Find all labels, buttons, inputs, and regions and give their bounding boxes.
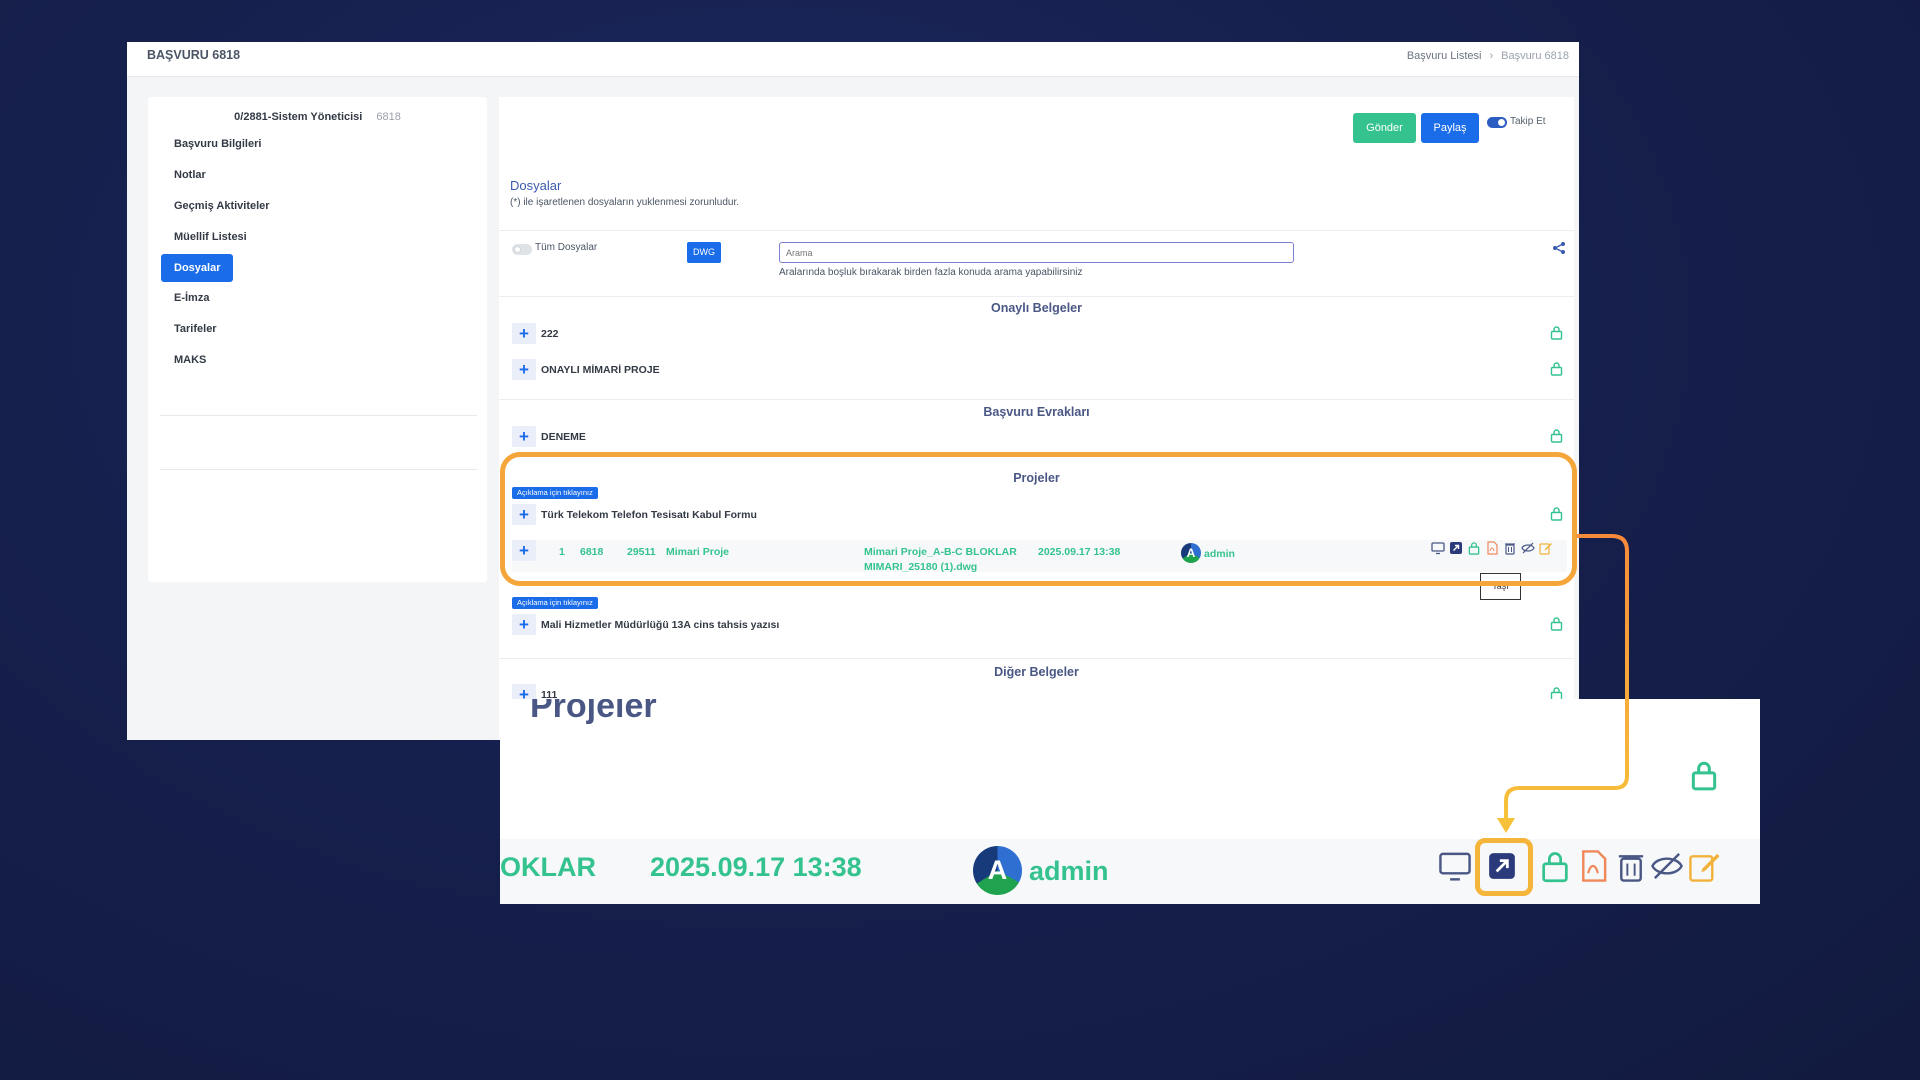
row-label: DENEME [541, 431, 586, 443]
divider [160, 469, 477, 470]
trash-icon [1618, 855, 1644, 882]
all-files-toggle[interactable] [512, 244, 532, 255]
lock-icon [1691, 761, 1717, 791]
expand-button[interactable]: + [512, 359, 536, 380]
divider [499, 296, 1574, 297]
zoom-ghost-title: Projeler [530, 699, 657, 725]
expand-button[interactable]: + [512, 323, 536, 344]
sidebar-item-past-activities[interactable]: Geçmiş Aktiviteler [174, 200, 270, 212]
divider [499, 230, 1574, 231]
divider [499, 399, 1574, 400]
lock-icon[interactable] [1550, 325, 1563, 340]
section-title: Dosyalar [510, 178, 562, 193]
highlight-frame [500, 452, 1577, 586]
group-title-other-docs: Diğer Belgeler [994, 665, 1079, 679]
lock-icon[interactable] [1550, 616, 1563, 631]
required-note: (*) ile işaretlenen dosyaların yuklenmes… [510, 197, 740, 208]
zoom-callout: Projeler OKLAR 2025.09.17 13:38 A admin [500, 699, 1760, 904]
chevron-right-icon: › [1489, 50, 1494, 62]
search-input[interactable] [779, 242, 1294, 263]
top-bar: BAŞVURU 6818 Başvuru Listesi › Başvuru 681… [127, 42, 1579, 77]
page-title: BAŞVURU 6818 [147, 48, 241, 62]
row-label: Mali Hizmetler Müdürlüğü 13A cins tahsis… [541, 619, 780, 631]
breadcrumb-application-list[interactable]: Başvuru Listesi [1407, 50, 1482, 62]
share-button[interactable]: Paylaş [1421, 113, 1479, 143]
sidebar-item-notes[interactable]: Notlar [174, 169, 206, 181]
row-label: 222 [541, 328, 559, 340]
divider [160, 415, 477, 416]
share-icon[interactable] [1552, 241, 1566, 258]
sidebar-item-files[interactable]: Dosyalar [161, 254, 234, 282]
send-button[interactable]: Gönder [1353, 113, 1416, 143]
lock-icon[interactable] [1550, 361, 1563, 376]
monitor-icon [1439, 852, 1471, 881]
breadcrumb: Başvuru Listesi › Başvuru 6818 [1407, 50, 1569, 62]
eye-slash-icon [1651, 852, 1683, 880]
zoom-user: admin [1029, 856, 1109, 886]
sidebar-number: 6818 [376, 111, 401, 123]
breadcrumb-current: Başvuru 6818 [1501, 50, 1569, 62]
group-title-approved: Onaylı Belgeler [990, 301, 1082, 315]
move-icon-highlight [1475, 838, 1533, 896]
sidebar-header: 0/2881-Sistem Yöneticisi 6818 [148, 111, 487, 123]
sidebar-item-maks[interactable]: MAKS [174, 354, 206, 366]
dwg-button[interactable]: DWG [687, 242, 721, 263]
sidebar-item-author-list[interactable]: Müellif Listesi [174, 231, 247, 243]
pdf-icon [1582, 850, 1607, 882]
divider [499, 658, 1574, 659]
sidebar-user: 0/2881-Sistem Yöneticisi [234, 111, 363, 123]
zoom-file-fragment: OKLAR [500, 852, 596, 882]
expand-button[interactable]: + [512, 426, 536, 447]
lock-icon [1542, 852, 1568, 883]
lock-icon[interactable] [1550, 428, 1563, 443]
zoom-date: 2025.09.17 13:38 [650, 852, 862, 882]
files-panel: Gönder Paylaş Takip Et Dosyalar (*) ile … [499, 97, 1574, 740]
follow-label: Takip Et [1510, 116, 1546, 127]
sidebar-item-e-signature[interactable]: E-İmza [174, 292, 209, 304]
follow-toggle[interactable] [1487, 117, 1507, 128]
row-label: ONAYLI MİMARİ PROJE [541, 364, 660, 376]
app-screen: BAŞVURU 6818 Başvuru Listesi › Başvuru 681… [127, 42, 1579, 740]
group-title-application-docs: Başvuru Evrakları [983, 405, 1090, 419]
sidebar-item-application-info[interactable]: Başvuru Bilgileri [174, 138, 261, 150]
sidebar: 0/2881-Sistem Yöneticisi 6818 Başvuru Bil… [148, 97, 487, 582]
all-files-label: Tüm Dosyalar [535, 242, 598, 253]
description-tag[interactable]: Açıklama için tıklayınız [512, 597, 598, 609]
sidebar-item-tariffs[interactable]: Tarifeler [174, 323, 217, 335]
expand-button[interactable]: + [512, 614, 536, 635]
edit-icon [1689, 853, 1720, 882]
avatar: A [973, 846, 1022, 895]
search-hint: Aralarında boşluk bırakarak birden fazla… [779, 267, 1083, 278]
